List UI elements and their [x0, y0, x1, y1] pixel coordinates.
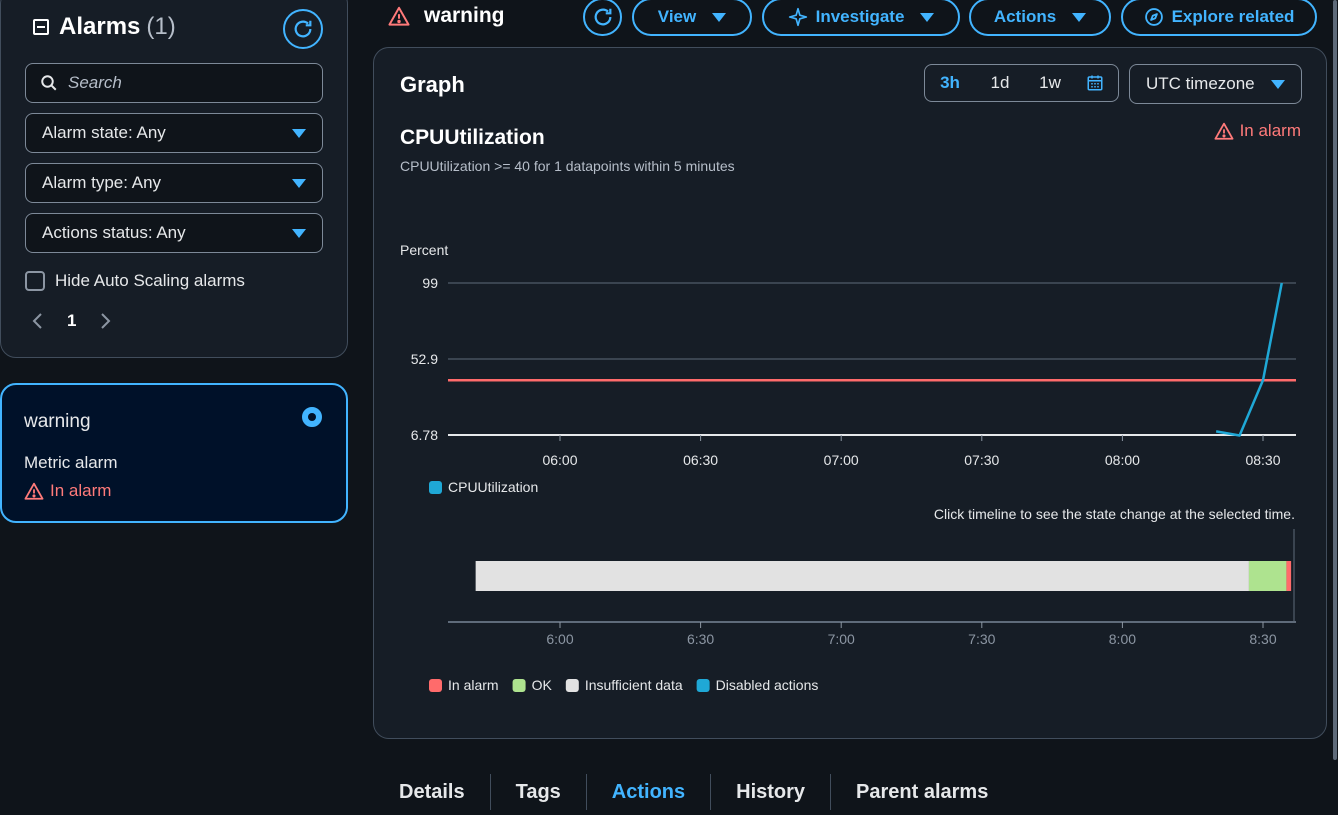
actions-status-label: Actions status: Any	[42, 223, 186, 242]
chevron-right-icon[interactable]	[100, 312, 112, 330]
view-button-label: View	[657, 7, 697, 26]
actions-button-label: Actions	[993, 7, 1057, 26]
explore-related-label: Explore related	[1171, 7, 1295, 26]
sidebar-refresh-button[interactable]	[283, 9, 323, 49]
tab-tags[interactable]: Tags	[489, 774, 586, 810]
legend-swatch-cpuutilization	[429, 481, 442, 494]
refresh-icon	[294, 20, 312, 38]
caret-down-icon	[292, 178, 306, 188]
caret-down-icon	[1072, 12, 1087, 22]
search-field[interactable]	[25, 63, 323, 103]
alarm-type-label: Alarm type: Any	[42, 173, 162, 192]
alarm-item-state: In alarm	[24, 481, 111, 501]
alarm-list-item[interactable]: warning Metric alarm In alarm	[0, 383, 348, 523]
alarm-item-type: Metric alarm	[24, 453, 118, 472]
page-title: warning	[424, 4, 505, 27]
alarm-title-row: warning	[388, 4, 505, 28]
actions-status-select[interactable]: Actions status: Any	[25, 213, 323, 253]
timeline-tick-label: 7:30	[968, 631, 995, 647]
compass-icon	[1144, 8, 1163, 26]
timeline-hint: Click timeline to see the state change a…	[934, 506, 1295, 522]
caret-down-icon	[920, 12, 935, 22]
x-tick-label: 08:30	[1245, 452, 1280, 468]
state-legend-label: In alarm	[448, 677, 499, 693]
timeline-tick-label: 7:00	[828, 631, 855, 647]
timeline-segment	[475, 561, 1249, 591]
alarms-panel: Alarms (1) Alarm state: Any Alarm type: …	[0, 0, 348, 358]
x-tick-label: 08:00	[1105, 452, 1140, 468]
state-legend-swatch	[696, 679, 710, 692]
state-legend-swatch	[512, 679, 526, 692]
state-legend-swatch	[565, 679, 579, 692]
tab-details[interactable]: Details	[380, 774, 490, 810]
pagination: 1	[31, 311, 112, 331]
timeline-tick-label: 6:30	[687, 631, 714, 647]
state-legend-label: Insufficient data	[585, 677, 683, 693]
page-number[interactable]: 1	[67, 311, 76, 331]
scrollbar[interactable]	[1333, 0, 1337, 760]
y-tick-label: 52.9	[411, 351, 438, 367]
alarm-item-name: warning	[24, 411, 91, 432]
view-button[interactable]: View	[632, 0, 752, 36]
alarms-title: Alarms	[59, 13, 141, 40]
chevron-left-icon[interactable]	[31, 312, 43, 330]
state-legend-label: Disabled actions	[716, 677, 819, 693]
warning-triangle-icon	[24, 482, 44, 500]
state-legend-swatch	[429, 679, 442, 692]
refresh-button[interactable]	[583, 0, 622, 36]
x-tick-label: 06:30	[683, 452, 718, 468]
alarm-item-state-label: In alarm	[50, 481, 112, 500]
x-tick-label: 07:30	[964, 452, 999, 468]
tab-history[interactable]: History	[710, 774, 830, 810]
x-tick-label: 07:00	[824, 452, 859, 468]
timeline-tick-label: 8:30	[1249, 631, 1276, 647]
caret-down-icon	[292, 228, 306, 238]
sparkle-icon	[788, 7, 807, 27]
warning-triangle-icon	[388, 6, 410, 26]
alarm-type-select[interactable]: Alarm type: Any	[25, 163, 323, 203]
refresh-icon	[594, 8, 611, 26]
timeline-tick-label: 6:00	[546, 631, 573, 647]
collapse-icon[interactable]	[33, 19, 49, 35]
y-axis-label: Percent	[400, 242, 448, 258]
timeline-segment	[1248, 561, 1287, 591]
investigate-button-label: Investigate	[815, 7, 905, 26]
alarm-state-label: Alarm state: Any	[42, 123, 166, 142]
detail-tabs: Details Tags Actions History Parent alar…	[380, 772, 1013, 812]
alarms-header: Alarms (1)	[33, 13, 176, 41]
timeline-segment	[1286, 561, 1292, 591]
y-tick-label: 99	[422, 275, 438, 291]
graph-panel: Graph 3h 1d 1w UTC timezone CPUUtilizati…	[373, 47, 1327, 739]
timeline-tick-label: 8:00	[1109, 631, 1136, 647]
alarm-select-radio[interactable]	[302, 407, 322, 427]
hide-autoscaling-row: Hide Auto Scaling alarms	[25, 271, 245, 291]
search-input[interactable]	[68, 73, 308, 93]
explore-related-button[interactable]: Explore related	[1121, 0, 1317, 36]
caret-down-icon	[292, 128, 306, 138]
actions-button[interactable]: Actions	[969, 0, 1111, 36]
alarms-count: (1)	[146, 13, 176, 40]
hide-autoscaling-checkbox[interactable]	[25, 271, 45, 291]
tab-parent-alarms[interactable]: Parent alarms	[830, 774, 1013, 810]
hide-autoscaling-label: Hide Auto Scaling alarms	[55, 271, 245, 290]
metric-chart[interactable]: Percent 99 52.9 6.78 06:00 06:30 07:00 07:30 08:…	[374, 48, 1328, 740]
search-icon	[41, 75, 57, 91]
investigate-button[interactable]: Investigate	[762, 0, 960, 36]
caret-down-icon	[712, 12, 727, 22]
state-legend-label: OK	[532, 677, 553, 693]
y-tick-label: 6.78	[411, 427, 438, 443]
tab-actions[interactable]: Actions	[585, 774, 710, 810]
legend-label-cpuutilization: CPUUtilization	[448, 479, 538, 495]
x-tick-label: 06:00	[542, 452, 577, 468]
alarm-state-select[interactable]: Alarm state: Any	[25, 113, 323, 153]
